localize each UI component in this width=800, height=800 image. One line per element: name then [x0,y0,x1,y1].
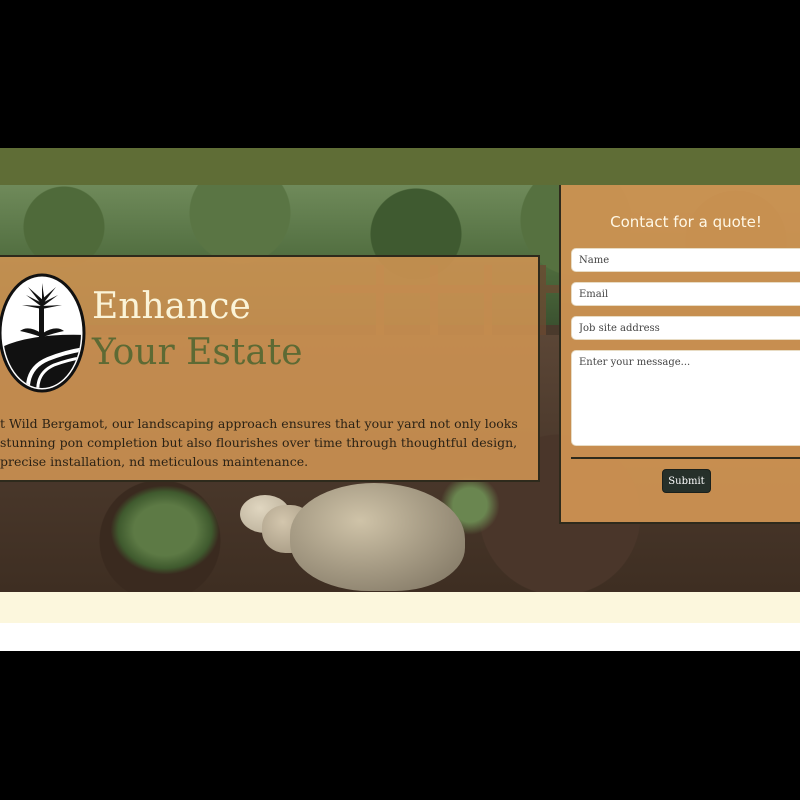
name-input[interactable] [571,248,800,272]
white-band [0,623,800,651]
letterbox-bottom [0,651,800,800]
hero-section: Enhance Your Estate t Wild Bergamot, our… [0,185,800,592]
contact-form-title: Contact for a quote! [610,213,762,231]
submit-button[interactable]: Submit [662,469,711,493]
palm-tree-logo-icon [0,273,86,393]
cream-band [0,592,800,623]
email-input[interactable] [571,282,800,306]
hero-headline-line1: Enhance [92,286,251,327]
form-divider [571,457,800,459]
hero-headline: Enhance Your Estate [92,287,303,372]
contact-form: Contact for a quote! Submit [559,185,800,524]
intro-paragraph: t Wild Bergamot, our landscaping approac… [0,416,518,469]
top-nav-bar [0,148,800,185]
intro-panel: Enhance Your Estate t Wild Bergamot, our… [0,255,540,482]
hero-background-rock [290,483,465,591]
hero-headline-line2: Your Estate [92,331,303,373]
message-textarea[interactable] [571,350,800,446]
job-site-address-input[interactable] [571,316,800,340]
hero-background-plant [110,485,220,575]
letterbox-top [0,0,800,148]
